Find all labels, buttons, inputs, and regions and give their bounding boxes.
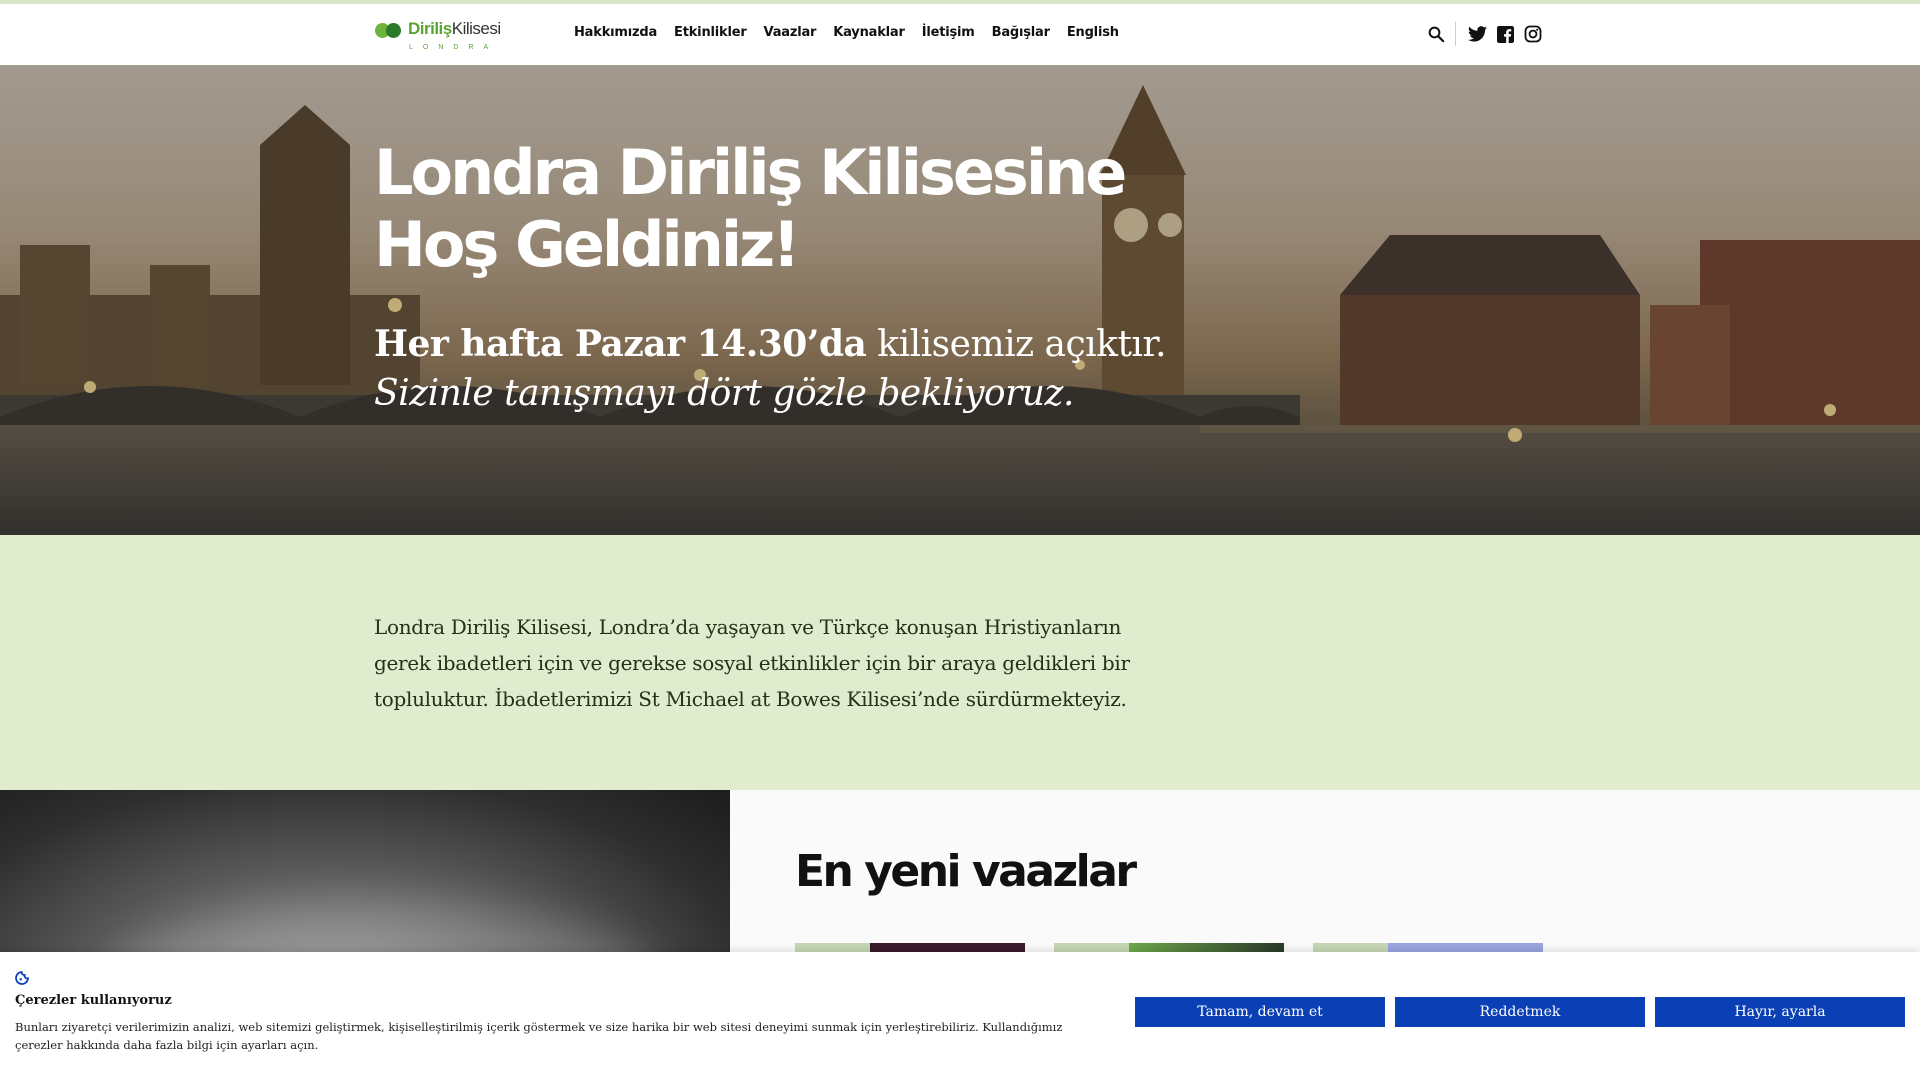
cookie-reject-button[interactable]: Reddetmek xyxy=(1395,997,1645,1027)
cookie-accept-button[interactable]: Tamam, devam et xyxy=(1135,997,1385,1027)
cookie-consent-banner: Çerezler kullanıyoruz Bunları ziyaretçi … xyxy=(0,952,1920,1080)
social-links xyxy=(1466,23,1544,45)
nav-item-hakkimizda[interactable]: Hakkımızda xyxy=(574,25,657,40)
logo-subtitle: LONDRA xyxy=(409,44,499,51)
header-tools xyxy=(1425,22,1544,46)
cookie-description: Bunları ziyaretçi verilerimizin analizi,… xyxy=(15,1020,1063,1052)
hero-banner: Londra Diriliş Kilisesine Hoş Geldiniz! H… xyxy=(0,65,1920,535)
cookie-settings-button[interactable]: Hayır, ayarla xyxy=(1655,997,1905,1027)
nav-item-iletisim[interactable]: İletişim xyxy=(922,25,975,40)
intro-text: Londra Diriliş Kilisesi, Londra’da yaşay… xyxy=(374,615,1130,711)
nav-item-vaazlar[interactable]: Vaazlar xyxy=(764,25,817,40)
site-logo[interactable]: DirilişKilisesi LONDRA xyxy=(375,19,505,59)
hero-welcome-line: Sizinle tanışmayı dört gözle bekliyoruz. xyxy=(374,373,1074,414)
nav-item-english[interactable]: English xyxy=(1067,25,1119,40)
cookie-icon xyxy=(14,970,30,991)
search-icon[interactable] xyxy=(1425,23,1447,45)
facebook-icon[interactable] xyxy=(1494,23,1516,45)
instagram-icon[interactable] xyxy=(1522,23,1544,45)
nav-item-kaynaklar[interactable]: Kaynaklar xyxy=(833,25,905,40)
site-header: DirilişKilisesi LONDRA Hakkımızda Etkinl… xyxy=(0,4,1920,65)
main-navigation: Hakkımızda Etkinlikler Vaazlar Kaynaklar… xyxy=(574,25,1119,40)
header-divider xyxy=(1455,22,1456,46)
nav-item-etkinlikler[interactable]: Etkinlikler xyxy=(674,25,747,40)
hero-service-time: Her hafta Pazar 14.30’da kilisemiz açıkt… xyxy=(374,323,1167,365)
intro-section: Londra Diriliş Kilisesi, Londra’da yaşay… xyxy=(0,535,1920,790)
cookie-title: Çerezler kullanıyoruz xyxy=(15,993,172,1008)
logo-wordmark: DirilişKilisesi xyxy=(408,19,501,38)
sermons-title: En yeni vaazlar xyxy=(795,846,1137,897)
hero-title: Londra Diriliş Kilisesine Hoş Geldiniz! xyxy=(374,136,1127,281)
nav-item-bagislar[interactable]: Bağışlar xyxy=(992,25,1050,40)
twitter-icon[interactable] xyxy=(1466,23,1488,45)
